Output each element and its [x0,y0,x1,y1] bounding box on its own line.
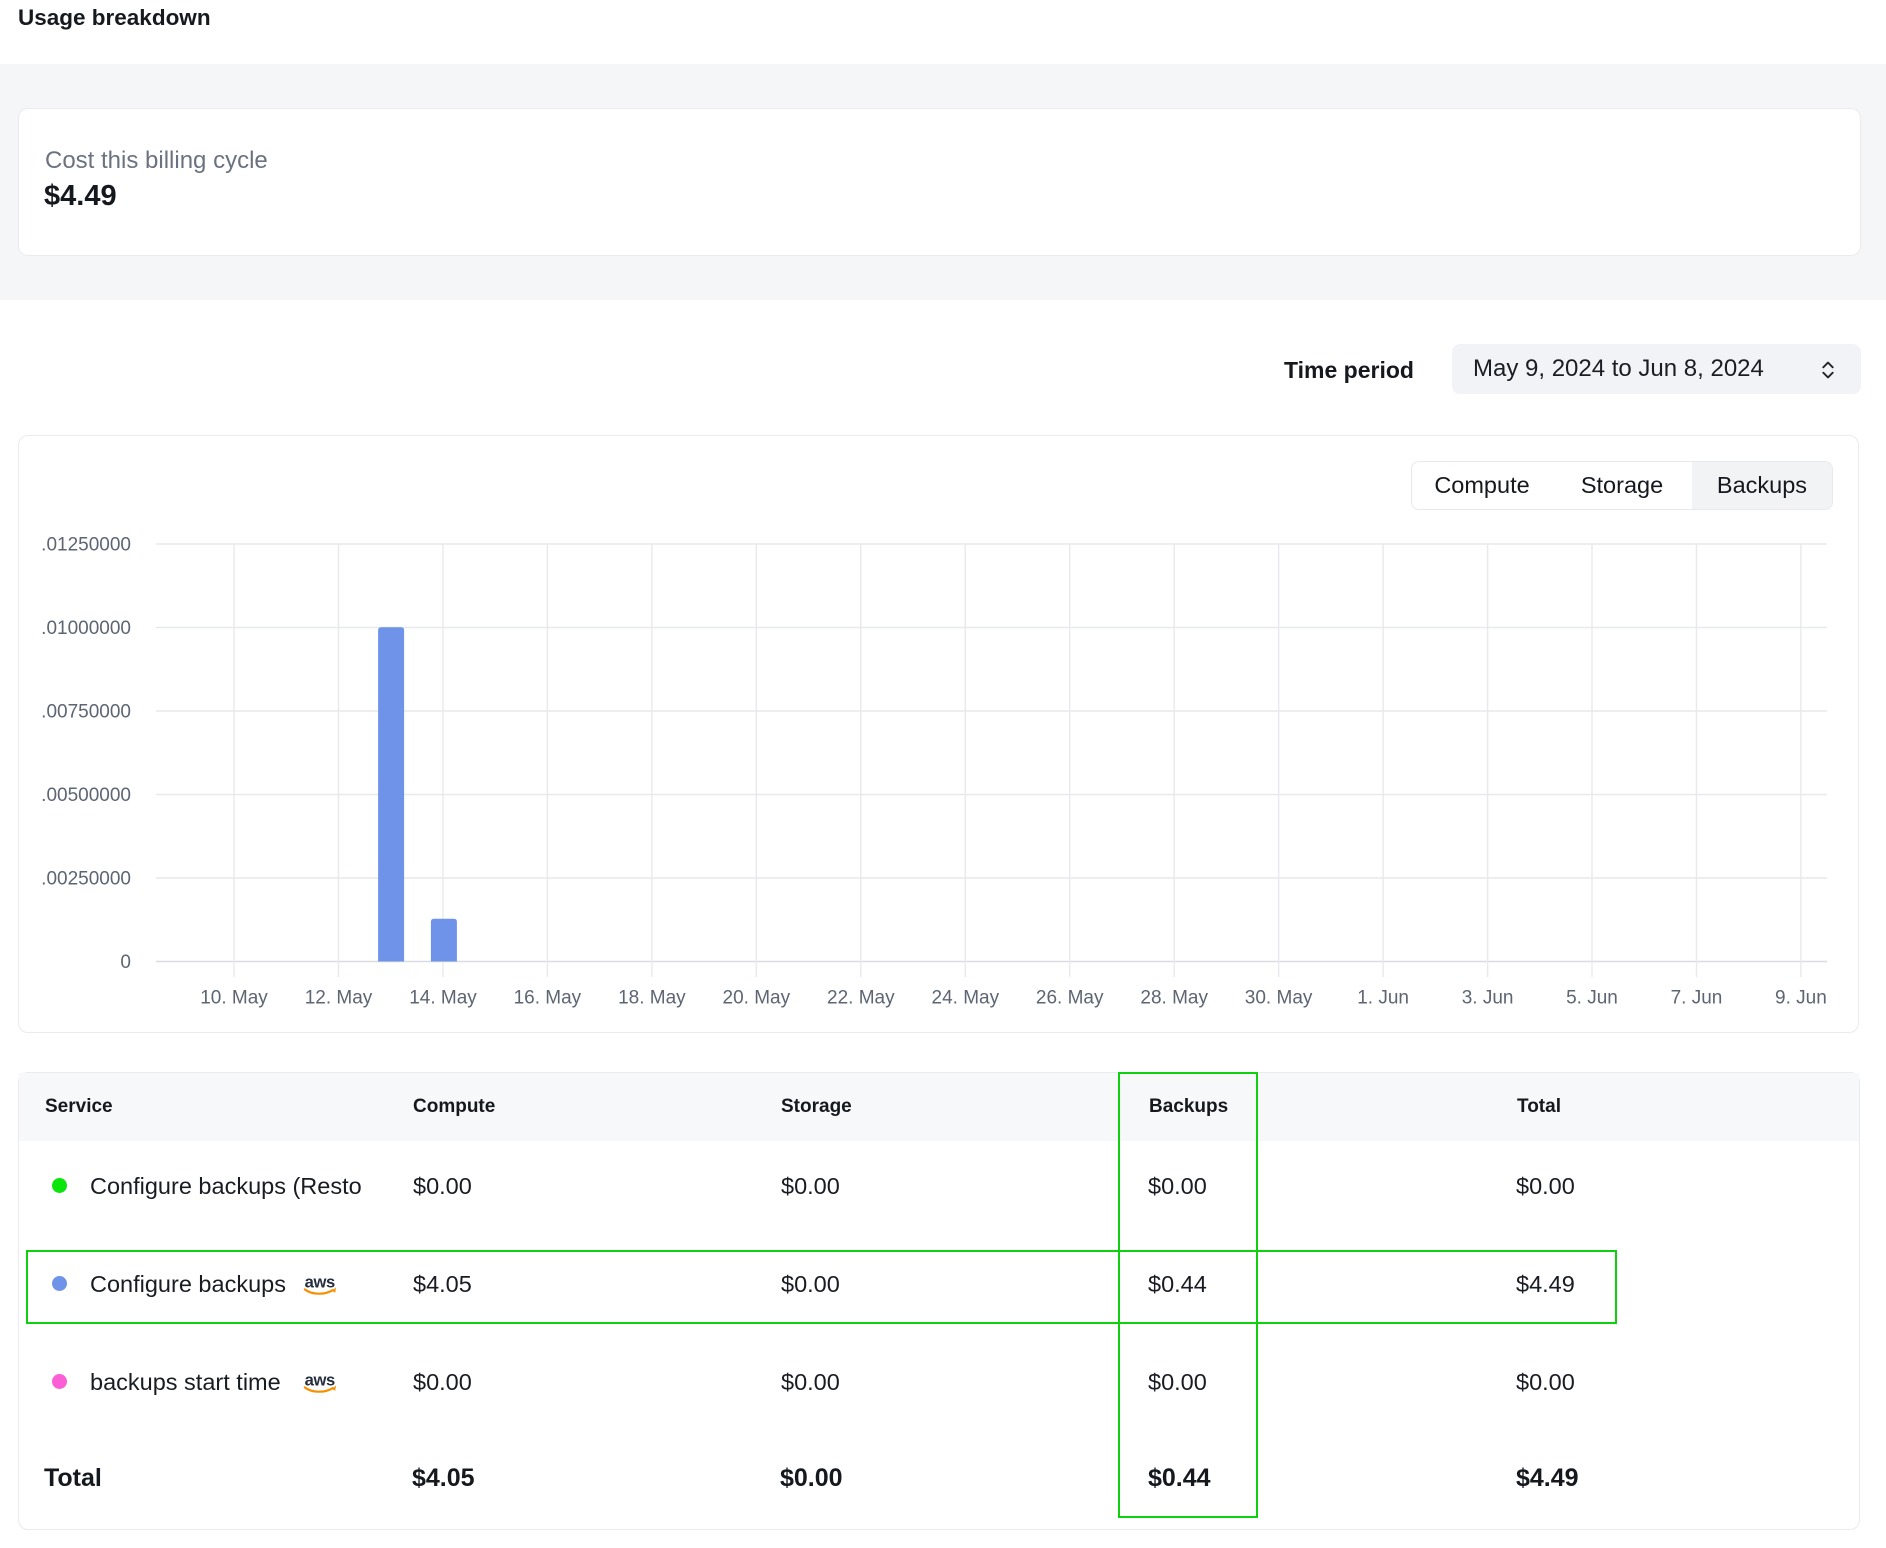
svg-text:16. May: 16. May [514,988,582,1009]
svg-text:20. May: 20. May [723,988,791,1009]
svg-text:28. May: 28. May [1140,988,1208,1009]
svg-text:.00250000: .00250000 [41,869,131,890]
svg-text:14. May: 14. May [409,988,477,1009]
svg-text:.00500000: .00500000 [41,785,131,806]
svg-text:.01250000: .01250000 [41,535,131,556]
svg-text:9. Jun: 9. Jun [1775,988,1827,1009]
svg-text:12. May: 12. May [305,988,373,1009]
svg-text:26. May: 26. May [1036,988,1104,1009]
svg-text:.00750000: .00750000 [41,702,131,723]
svg-text:22. May: 22. May [827,988,895,1009]
svg-text:18. May: 18. May [618,988,686,1009]
svg-text:24. May: 24. May [932,988,1000,1009]
svg-text:3. Jun: 3. Jun [1462,988,1514,1009]
svg-text:1. Jun: 1. Jun [1357,988,1409,1009]
svg-text:7. Jun: 7. Jun [1671,988,1723,1009]
svg-text:0: 0 [120,952,131,973]
svg-text:10. May: 10. May [200,988,268,1009]
svg-text:5. Jun: 5. Jun [1566,988,1618,1009]
svg-text:.01000000: .01000000 [41,618,131,639]
svg-text:30. May: 30. May [1245,988,1313,1009]
